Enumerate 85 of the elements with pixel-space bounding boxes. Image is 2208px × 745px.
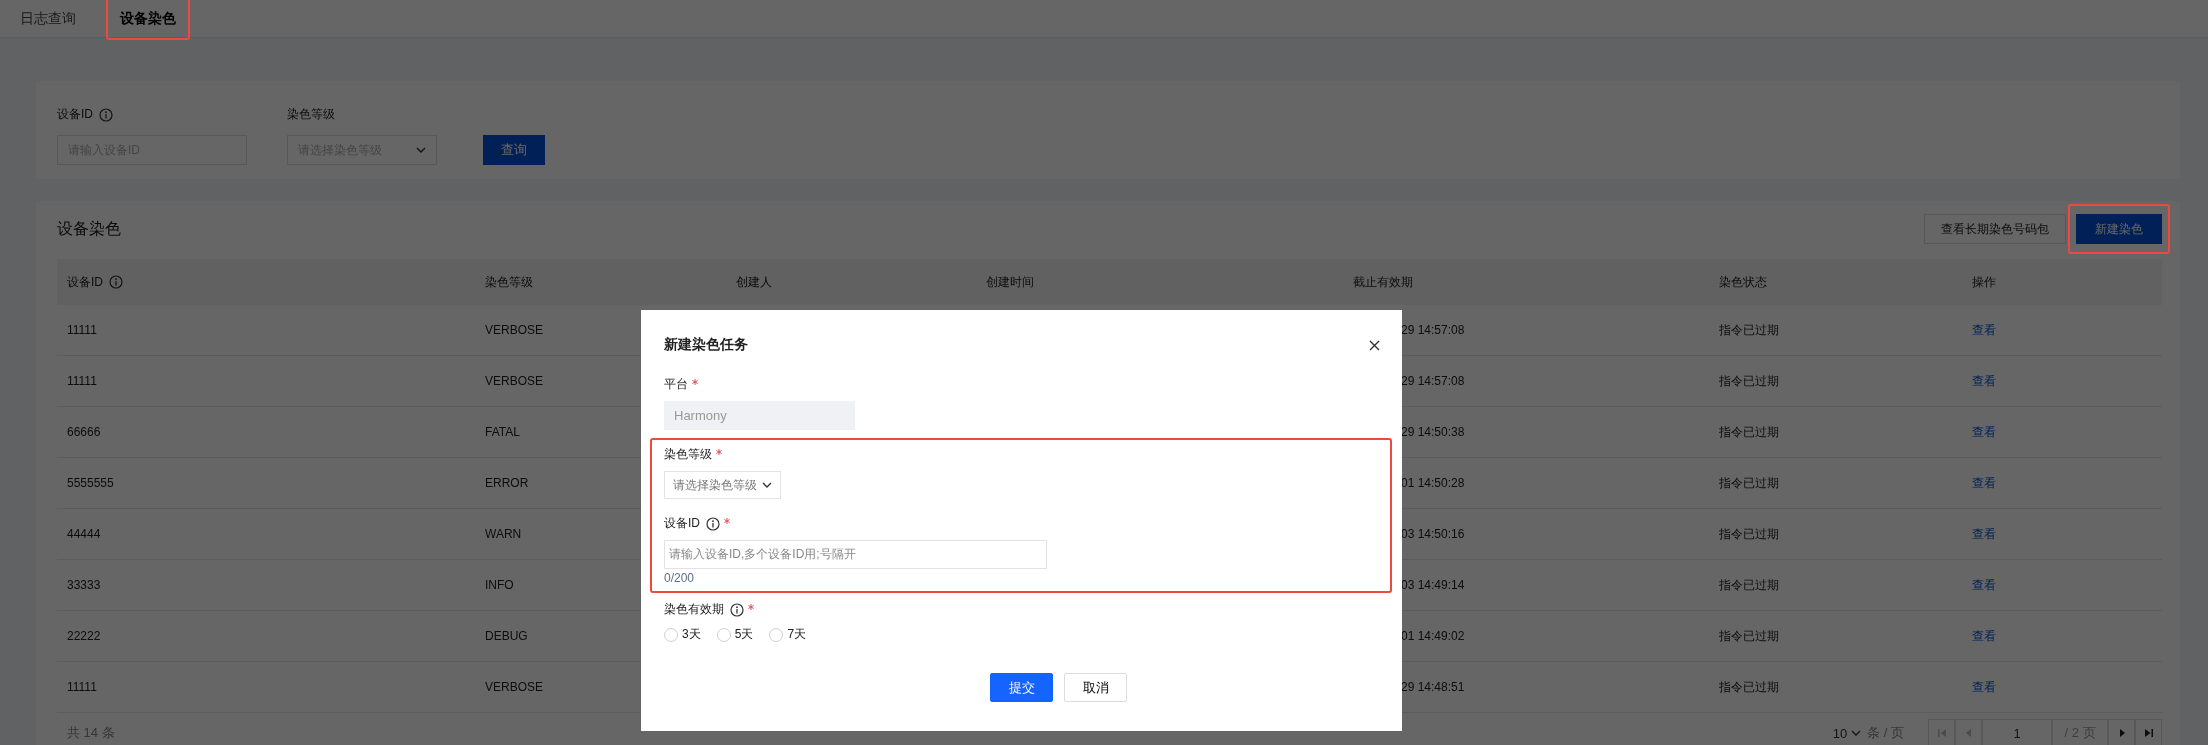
table-cell: 29 14:57:08: [1401, 323, 1465, 337]
table-cell: FATAL: [485, 425, 520, 439]
table-cell: 11111: [67, 374, 97, 388]
cancel-button[interactable]: 取消: [1064, 673, 1127, 702]
table-cell: INFO: [485, 578, 514, 592]
radio-option[interactable]: 7天: [769, 626, 807, 643]
field-label: 染色等级: [287, 106, 335, 123]
table-cell: ERROR: [485, 476, 529, 490]
table-cell: 指令已过期: [1719, 474, 1779, 492]
table-cell: VERBOSE: [485, 323, 544, 337]
caret-icon: [762, 482, 772, 488]
field-label: 染色等级: [664, 446, 712, 463]
column-header: 设备ID: [67, 273, 103, 291]
required-icon: [716, 449, 722, 455]
column-header: 染色等级: [485, 273, 533, 291]
column-header: 创建人: [736, 273, 772, 291]
close-icon[interactable]: [1369, 340, 1380, 351]
field-label: 设备ID: [57, 106, 93, 123]
device-id-field[interactable]: 请输入设备ID,多个设备ID用;号隔开: [664, 540, 1047, 569]
table-cell: 11111: [67, 323, 97, 337]
table-cell: 44444: [67, 527, 101, 541]
view-link[interactable]: 查看: [1972, 474, 1996, 492]
table-cell: 01 14:50:28: [1401, 476, 1465, 490]
platform-field[interactable]: Harmony: [664, 401, 855, 430]
next-page-icon[interactable]: [2108, 719, 2135, 745]
info-icon: [730, 602, 744, 617]
table-cell: 指令已过期: [1719, 627, 1779, 645]
submit-button[interactable]: 提交: [990, 673, 1053, 702]
table-cell: 指令已过期: [1719, 321, 1779, 339]
column-header: 截止有效期: [1353, 273, 1413, 291]
field-label: 平台: [664, 376, 688, 393]
view-link[interactable]: 查看: [1972, 372, 1996, 390]
table-cell: 03 14:50:16: [1401, 527, 1465, 541]
table-cell: 22222: [67, 629, 101, 643]
view-button[interactable]: 查看长期染色号码包: [1924, 214, 2066, 244]
table-cell: 指令已过期: [1719, 372, 1779, 390]
level-select[interactable]: 请选择染色等级: [664, 471, 781, 499]
caret-icon: [416, 147, 426, 153]
table-cell: 指令已过期: [1719, 678, 1779, 696]
char-counter: 0/200: [664, 571, 696, 585]
field-label: 设备ID: [664, 515, 700, 532]
table-cell: WARN: [485, 527, 522, 541]
card-title: 设备染色: [57, 218, 121, 239]
info-icon: [706, 516, 720, 531]
view-link[interactable]: 查看: [1972, 321, 1996, 339]
table-cell: 指令已过期: [1719, 423, 1779, 441]
view-link[interactable]: 查看: [1972, 576, 1996, 594]
required-icon: [692, 379, 698, 385]
last-page-icon[interactable]: [2135, 719, 2162, 745]
column-header: 染色状态: [1719, 273, 1767, 291]
field-label: 染色有效期: [664, 601, 724, 618]
table-cell: 指令已过期: [1719, 525, 1779, 543]
column-header: 操作: [1972, 273, 1996, 291]
page-input[interactable]: 1: [1982, 719, 2052, 745]
caret-icon: [1851, 730, 1862, 736]
query-button[interactable]: 查询: [483, 135, 545, 165]
table-cell: 01 14:49:02: [1401, 629, 1465, 643]
new-button[interactable]: 新建染色: [2076, 214, 2162, 244]
page-size-select[interactable]: 10: [1832, 725, 1862, 741]
column-header: 创建时间: [986, 273, 1034, 291]
view-link[interactable]: 查看: [1972, 678, 1996, 696]
tab[interactable]: 设备染色: [112, 5, 184, 32]
table-cell: 66666: [67, 425, 101, 439]
table-cell: VERBOSE: [485, 680, 544, 694]
tab[interactable]: 日志查询: [12, 5, 84, 32]
modal-title: 新建染色任务: [664, 335, 748, 354]
table-cell: 29 14:57:08: [1401, 374, 1465, 388]
table-cell: 03 14:49:14: [1401, 578, 1465, 592]
table-cell: 29 14:48:51: [1401, 680, 1465, 694]
radio-option[interactable]: 5天: [716, 626, 754, 643]
required-icon: [748, 604, 754, 610]
table-cell: VERBOSE: [485, 374, 544, 388]
table-cell: 11111: [67, 680, 97, 694]
required-icon: [724, 518, 730, 524]
table-cell: 指令已过期: [1719, 576, 1779, 594]
info-icon: [109, 275, 123, 289]
view-link[interactable]: 查看: [1972, 423, 1996, 441]
view-link[interactable]: 查看: [1972, 525, 1996, 543]
table-cell: 29 14:50:38: [1401, 425, 1465, 439]
radio-option[interactable]: 3天: [664, 626, 701, 643]
table-cell: DEBUG: [485, 629, 528, 643]
table-cell: 33333: [67, 578, 101, 592]
table-cell: 5555555: [67, 476, 114, 490]
info-icon: [99, 107, 113, 122]
view-link[interactable]: 查看: [1972, 627, 1996, 645]
